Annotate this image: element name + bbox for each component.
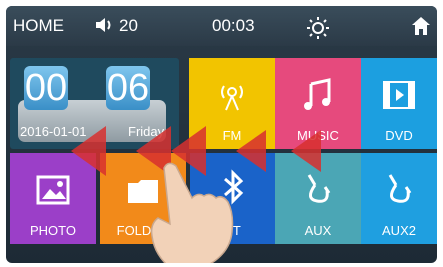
aux-cable-icon <box>388 174 412 203</box>
clock-minutes: 06 <box>106 66 150 110</box>
hand-gesture-icon <box>150 162 234 263</box>
swipe-arrow-icon <box>71 126 106 176</box>
swipe-arrow-icon <box>291 130 321 172</box>
clock-hours: 00 <box>24 66 68 110</box>
volume-icon[interactable] <box>94 16 116 39</box>
tile-aux2[interactable]: AUX2 <box>361 153 437 244</box>
tile-label: AUX <box>304 223 332 238</box>
status-bar: HOME 20 00:03 <box>6 6 437 46</box>
tile-label: DVD <box>385 128 413 143</box>
home-label[interactable]: HOME <box>13 16 64 36</box>
film-play-icon <box>383 81 415 109</box>
home-icon[interactable] <box>411 16 431 41</box>
image-icon <box>36 175 70 205</box>
tile-dvd[interactable]: DVD <box>361 58 437 149</box>
brightness-icon[interactable] <box>306 16 330 45</box>
status-time: 00:03 <box>212 16 255 35</box>
tile-label: AUX2 <box>382 223 416 238</box>
music-note-icon <box>304 78 331 110</box>
volume-value: 20 <box>119 16 138 35</box>
tile-label: PHOTO <box>30 223 76 238</box>
head-unit-screen: HOME 20 00:03 00 06 2016-01-01 Friday FM… <box>6 6 437 263</box>
radio-antenna-icon <box>221 85 243 111</box>
